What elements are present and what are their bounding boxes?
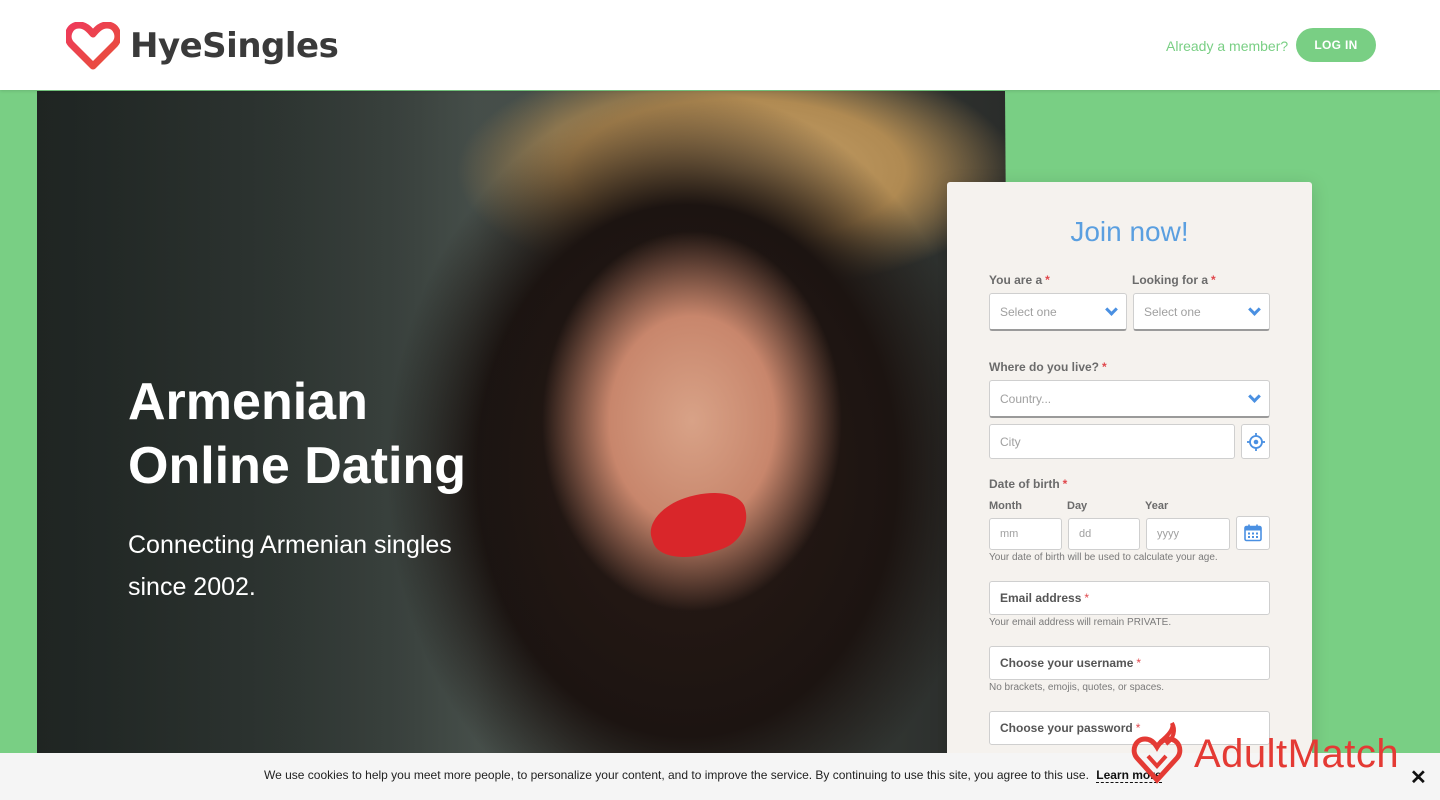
day-label: Day xyxy=(1067,500,1088,512)
watermark: AdultMatch xyxy=(1130,722,1399,786)
brand-name: HyeSingles xyxy=(130,26,339,66)
location-label: Where do you live? * xyxy=(989,360,1107,374)
calendar-button[interactable] xyxy=(1236,516,1270,550)
calendar-icon xyxy=(1244,524,1262,542)
looking-for-select[interactable]: Select one xyxy=(1133,293,1270,331)
you-are-label: You are a * xyxy=(989,273,1050,287)
year-input[interactable]: yyyy xyxy=(1146,518,1230,550)
hero-title-line: Armenian xyxy=(128,373,368,431)
looking-for-label: Looking for a * xyxy=(1132,273,1216,287)
watermark-heart-icon xyxy=(1131,722,1183,784)
username-field[interactable]: Choose your username * xyxy=(989,646,1270,680)
chevron-down-icon xyxy=(1105,302,1118,316)
hero-subtitle-line: since 2002. xyxy=(128,573,256,601)
crosshair-icon xyxy=(1246,432,1265,451)
brand-logo[interactable]: HyeSingles xyxy=(66,22,339,70)
country-select[interactable]: Country... xyxy=(989,380,1270,418)
chevron-down-icon xyxy=(1248,389,1261,403)
day-input[interactable]: dd xyxy=(1068,518,1140,550)
signup-form: Join now! You are a * Looking for a * Sele… xyxy=(947,182,1312,800)
email-field[interactable]: Email address * xyxy=(989,581,1270,615)
member-prompt: Already a member? xyxy=(1166,38,1289,54)
form-title: Join now! xyxy=(1070,216,1189,247)
dob-hint: Your date of birth will be used to calcu… xyxy=(989,552,1218,563)
city-input[interactable]: City xyxy=(989,424,1235,459)
hero-subtitle: Connecting Armenian singles since 2002. xyxy=(128,524,488,608)
chevron-down-icon xyxy=(1248,302,1261,316)
month-input[interactable]: mm xyxy=(989,518,1062,550)
you-are-select[interactable]: Select one xyxy=(989,293,1127,331)
login-button[interactable]: LOG IN xyxy=(1296,28,1376,62)
month-label: Month xyxy=(989,500,1022,512)
hero-subtitle-line: Connecting Armenian singles xyxy=(128,531,452,559)
close-icon[interactable]: ✕ xyxy=(1410,765,1427,790)
watermark-text: AdultMatch xyxy=(1194,731,1400,776)
dob-label: Date of birth * xyxy=(989,477,1068,491)
locate-me-button[interactable] xyxy=(1241,424,1270,459)
cookie-text: We use cookies to help you meet more peo… xyxy=(264,768,1162,783)
username-hint: No brackets, emojis, quotes, or spaces. xyxy=(989,682,1165,693)
hero-title: Armenian Online Dating xyxy=(128,370,528,498)
hero-title-line: Online Dating xyxy=(128,437,466,495)
year-label: Year xyxy=(1145,500,1169,512)
heart-logo-icon xyxy=(66,22,120,70)
site-header: HyeSingles Already a member? LOG IN xyxy=(0,0,1440,90)
email-hint: Your email address will remain PRIVATE. xyxy=(989,617,1172,628)
